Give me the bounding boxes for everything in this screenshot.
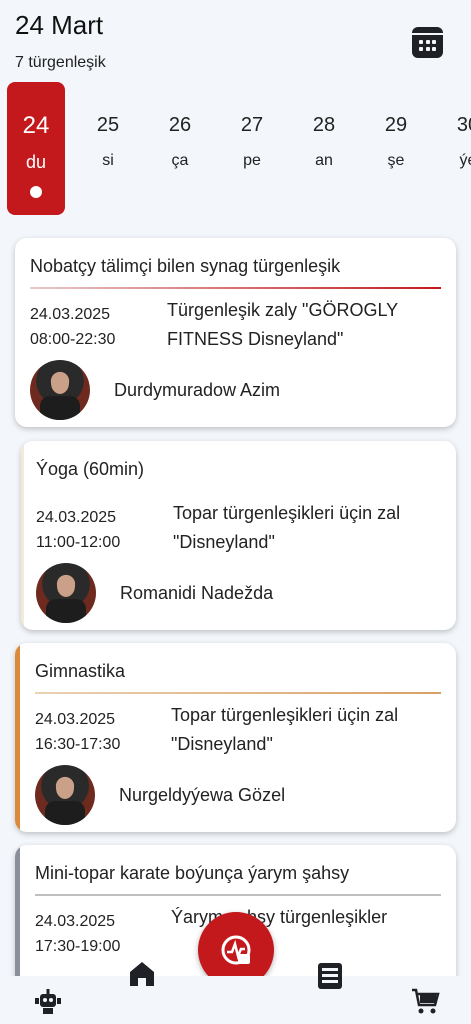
day-number: 27 (240, 114, 264, 136)
bottom-navigation (0, 962, 471, 1024)
trainer-name: Durdymuradow Azim (114, 380, 281, 400)
day-number: 28 (312, 114, 336, 136)
day-weekday: si (102, 152, 114, 169)
title-divider (35, 894, 441, 896)
workout-title: Ýoga (60min) (36, 459, 145, 479)
workout-card[interactable]: Ýoga (60min) 24.03.2025 11:00-12:00 Topa… (21, 441, 456, 630)
avatar (36, 563, 96, 623)
day-number: 24 (22, 112, 50, 139)
title-divider (30, 287, 441, 289)
workout-date: 24.03.2025 (35, 711, 116, 728)
workout-title: Mini-topar karate boýunça ýarym şahsy (35, 863, 350, 883)
workout-time: 08:00-22:30 (30, 331, 116, 348)
list-document-icon[interactable] (314, 960, 346, 992)
workout-card[interactable]: Gimnastika 24.03.2025 16:30-17:30 Topar … (15, 643, 456, 832)
workout-title: Gimnastika (35, 661, 126, 681)
avatar (35, 765, 95, 825)
header: 24 Mart 7 türgenleşik (0, 0, 471, 80)
day-number: 26 (168, 114, 192, 136)
day-weekday: du (25, 152, 47, 172)
calendar-grid-icon[interactable] (412, 27, 443, 58)
workout-date: 24.03.2025 (36, 509, 117, 526)
workout-datetime: 24.03.2025 08:00-22:30 (30, 302, 115, 352)
robot-icon[interactable] (33, 986, 63, 1016)
day-item[interactable]: 30 ýe (439, 82, 471, 215)
day-item[interactable]: 26 ça (151, 82, 209, 215)
day-number: 29 (384, 114, 408, 136)
avatar (30, 360, 90, 420)
trainer-name: Nurgeldyýewa Gözel (119, 785, 286, 805)
workout-time: 16:30-17:30 (35, 736, 121, 753)
card-stripe (21, 441, 24, 630)
workout-date: 24.03.2025 (35, 913, 116, 930)
title-divider (35, 692, 441, 694)
workout-icon (221, 935, 251, 965)
workout-count: 7 türgenleşik (15, 54, 106, 71)
card-stripe (15, 643, 20, 832)
workout-location: Topar türgenleşikleri üçin zal "Disneyla… (171, 705, 399, 754)
day-weekday: an (315, 152, 333, 169)
workout-datetime: 24.03.2025 16:30-17:30 (35, 707, 120, 757)
workout-location: Topar türgenleşikleri üçin zal "Disneyla… (173, 503, 401, 552)
workout-datetime: 24.03.2025 11:00-12:00 (36, 505, 120, 555)
day-item[interactable]: 29 şe (367, 82, 425, 215)
page-title: 24 Mart (15, 10, 104, 40)
day-number: 30 (456, 114, 471, 136)
trainer-name: Romanidi Nadežda (120, 583, 274, 603)
workout-card[interactable]: Nobatçy tälimçi bilen synag türgenleşik … (15, 238, 456, 427)
selected-dot-icon (30, 186, 42, 198)
day-item[interactable]: 28 an (295, 82, 353, 215)
workout-location: Türgenleşik zaly "GÖROGLY FITNESS Disney… (167, 300, 398, 349)
workout-title: Nobatçy tälimçi bilen synag türgenleşik (30, 256, 341, 276)
title-divider (36, 490, 441, 492)
workout-time: 17:30-19:00 (35, 938, 121, 955)
day-selector: 24 du 25 si 26 ça 27 pe 28 an 29 şe 30 ý… (0, 82, 471, 216)
day-item[interactable]: 27 pe (223, 82, 281, 215)
day-weekday: pe (243, 152, 261, 169)
workout-time: 11:00-12:00 (36, 534, 121, 551)
day-item[interactable]: 24 du (7, 82, 65, 215)
day-weekday: şe (387, 152, 405, 169)
day-item[interactable]: 25 si (79, 82, 137, 215)
cart-icon[interactable] (410, 986, 440, 1016)
day-weekday: ýe (459, 152, 471, 169)
workout-datetime: 24.03.2025 17:30-19:00 (35, 909, 120, 959)
workout-date: 24.03.2025 (30, 306, 111, 323)
home-icon[interactable] (126, 958, 158, 990)
day-number: 25 (96, 114, 120, 136)
day-weekday: ça (171, 152, 189, 169)
